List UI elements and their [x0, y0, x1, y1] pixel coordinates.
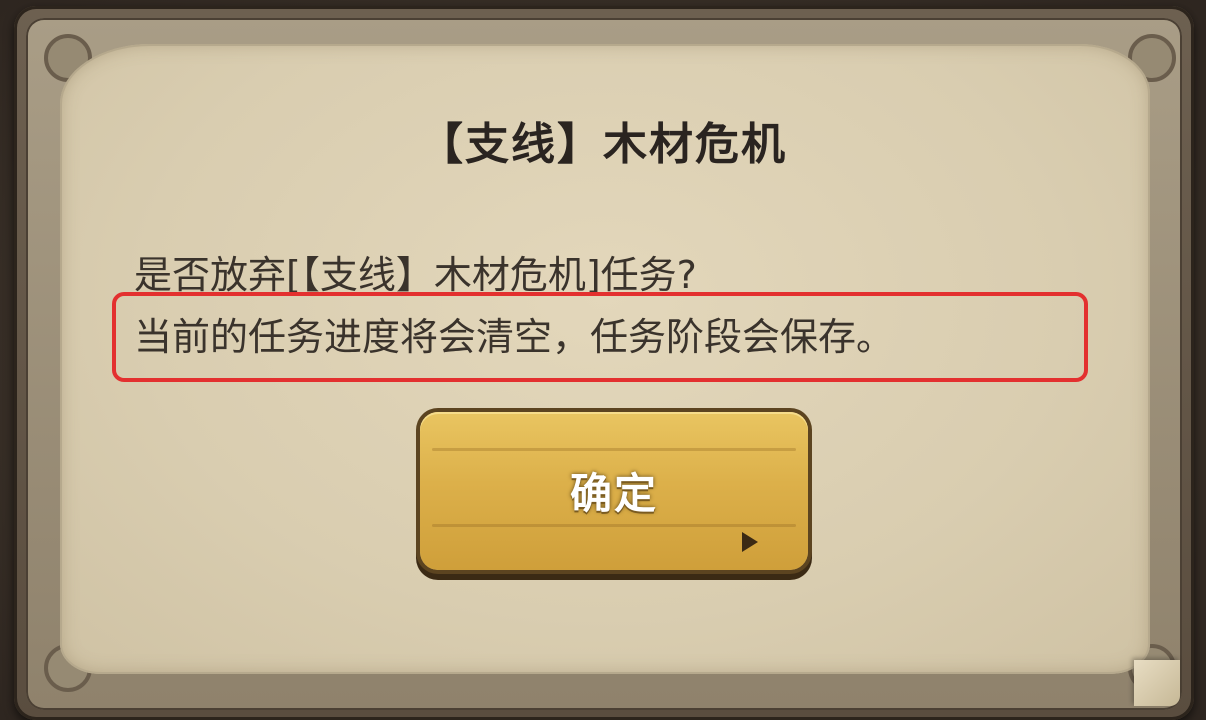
confirm-button-label: 确定 [569, 469, 658, 518]
arrow-icon [742, 532, 758, 552]
dialog-title: 【支线】木材危机 [419, 119, 787, 170]
wood-grain [432, 448, 796, 451]
highlight-box [112, 292, 1088, 382]
confirm-button[interactable]: 确定 [420, 412, 808, 570]
page-curl-icon [1134, 660, 1180, 706]
game-screen: 【支线】木材危机 是否放弃[【支线】木材危机]任务? 当前的任务进度将会清空，任… [0, 0, 1206, 720]
abandon-question-text: 是否放弃[【支线】木材危机]任务? [134, 253, 697, 297]
wood-grain [432, 524, 796, 527]
